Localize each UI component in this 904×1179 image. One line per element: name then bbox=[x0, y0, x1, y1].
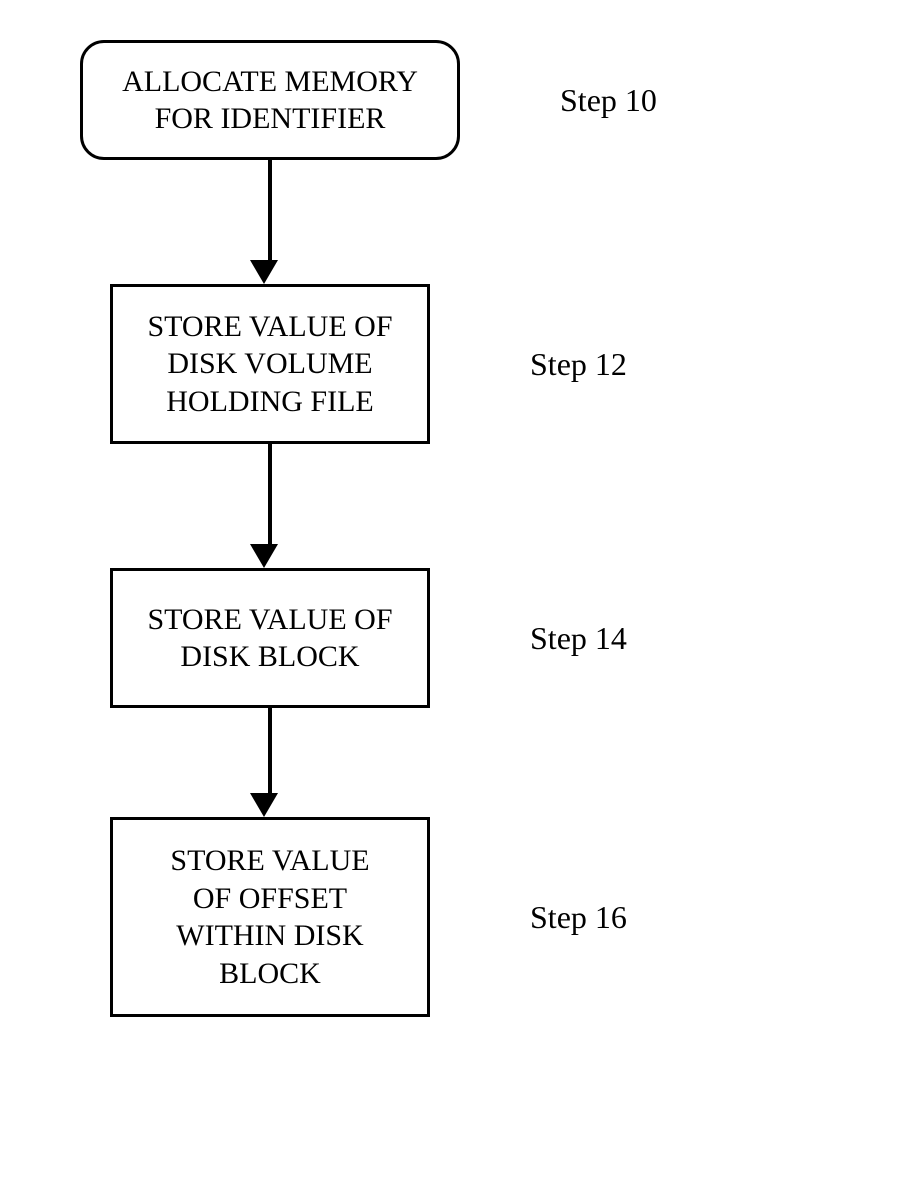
step-box-3: STORE VALUE OFDISK BLOCK bbox=[110, 568, 430, 708]
arrow-3 bbox=[60, 708, 480, 817]
step-box-1: ALLOCATE MEMORYFOR IDENTIFIER bbox=[80, 40, 460, 160]
step-box-2: STORE VALUE OFDISK VOLUMEHOLDING FILE bbox=[110, 284, 430, 444]
step-label-4: Step 16 bbox=[530, 899, 627, 936]
step-label-2: Step 12 bbox=[530, 346, 627, 383]
step-row-3: STORE VALUE OFDISK BLOCK Step 14 bbox=[60, 568, 860, 708]
step-label-3: Step 14 bbox=[530, 620, 627, 657]
step-text-3: STORE VALUE OFDISK BLOCK bbox=[147, 601, 392, 676]
step-label-1: Step 10 bbox=[560, 82, 657, 119]
arrow-1 bbox=[60, 160, 480, 284]
arrow-2 bbox=[60, 444, 480, 568]
step-text-4: STORE VALUEOF OFFSETWITHIN DISKBLOCK bbox=[170, 842, 369, 992]
step-row-4: STORE VALUEOF OFFSETWITHIN DISKBLOCK Ste… bbox=[60, 817, 860, 1017]
flowchart-container: ALLOCATE MEMORYFOR IDENTIFIER Step 10 ST… bbox=[60, 40, 860, 1017]
step-box-4: STORE VALUEOF OFFSETWITHIN DISKBLOCK bbox=[110, 817, 430, 1017]
step-row-1: ALLOCATE MEMORYFOR IDENTIFIER Step 10 bbox=[60, 40, 860, 160]
step-text-2: STORE VALUE OFDISK VOLUMEHOLDING FILE bbox=[147, 308, 392, 421]
step-text-1: ALLOCATE MEMORYFOR IDENTIFIER bbox=[122, 63, 418, 138]
step-row-2: STORE VALUE OFDISK VOLUMEHOLDING FILE St… bbox=[60, 284, 860, 444]
